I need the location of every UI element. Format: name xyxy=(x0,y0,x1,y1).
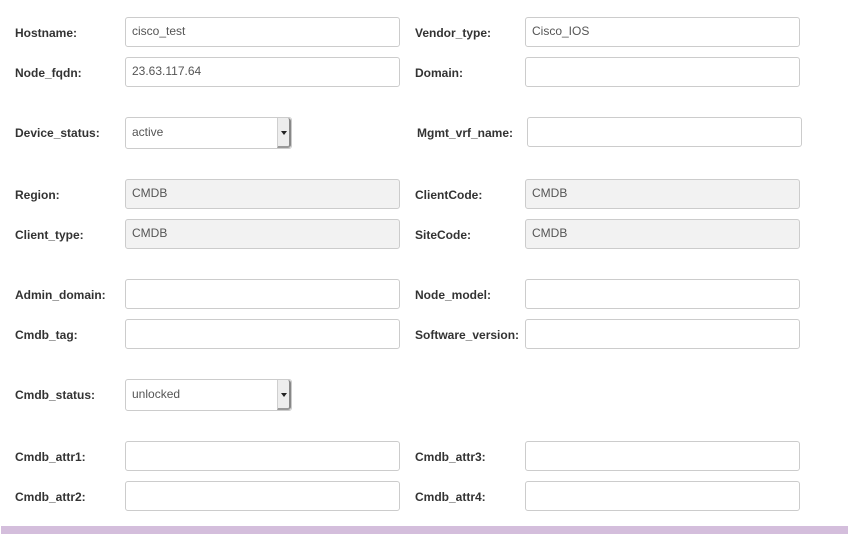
node-fqdn-input[interactable]: 23.63.117.64 xyxy=(125,57,400,87)
admin-domain-input[interactable] xyxy=(125,279,400,309)
device-status-select[interactable]: active xyxy=(125,117,292,149)
cmdb-attr4-label: Cmdb_attr4: xyxy=(415,490,486,504)
node-model-label: Node_model: xyxy=(415,288,492,302)
region-input: CMDB xyxy=(125,179,400,209)
client-code-label: ClientCode: xyxy=(415,188,483,202)
caret-down-icon xyxy=(281,131,287,135)
software-version-label: Software_version: xyxy=(415,328,520,342)
client-code-input: CMDB xyxy=(525,179,800,209)
cmdb-attr1-input[interactable] xyxy=(125,441,400,471)
node-model-input[interactable] xyxy=(525,279,800,309)
section-divider-bar xyxy=(1,526,848,534)
site-code-input: CMDB xyxy=(525,219,800,249)
software-version-input[interactable] xyxy=(525,319,800,349)
cmdb-status-value: unlocked xyxy=(132,387,181,401)
cmdb-status-select[interactable]: unlocked xyxy=(125,379,292,411)
region-label: Region: xyxy=(15,188,60,202)
domain-input[interactable] xyxy=(525,57,800,87)
cmdb-attr2-input[interactable] xyxy=(125,481,400,511)
device-status-label: Device_status: xyxy=(15,126,100,140)
node-fqdn-label: Node_fqdn: xyxy=(15,66,82,80)
cmdb-attr2-label: Cmdb_attr2: xyxy=(15,490,86,504)
vendor-type-input[interactable]: Cisco_IOS xyxy=(525,17,800,47)
hostname-input[interactable]: cisco_test xyxy=(125,17,400,47)
vendor-type-label: Vendor_type: xyxy=(415,26,492,40)
site-code-label: SiteCode: xyxy=(415,228,472,242)
cmdb-tag-input[interactable] xyxy=(125,319,400,349)
cmdb-attr3-input[interactable] xyxy=(525,441,800,471)
caret-down-icon xyxy=(281,393,287,397)
cmdb-status-dropdown-button[interactable] xyxy=(277,380,291,410)
mgmt-vrf-name-label: Mgmt_vrf_name: xyxy=(417,126,514,140)
hostname-label: Hostname: xyxy=(15,26,78,40)
device-status-dropdown-button[interactable] xyxy=(277,118,291,148)
cmdb-attr1-label: Cmdb_attr1: xyxy=(15,450,86,464)
cmdb-attr4-input[interactable] xyxy=(525,481,800,511)
cmdb-tag-label: Cmdb_tag: xyxy=(15,328,78,342)
mgmt-vrf-name-input[interactable] xyxy=(527,117,802,147)
cmdb-attr3-label: Cmdb_attr3: xyxy=(415,450,486,464)
domain-label: Domain: xyxy=(415,66,463,80)
device-status-value: active xyxy=(132,125,164,139)
cmdb-status-label: Cmdb_status: xyxy=(15,388,96,402)
client-type-label: Client_type: xyxy=(15,228,84,242)
admin-domain-label: Admin_domain: xyxy=(15,288,106,302)
client-type-input: CMDB xyxy=(125,219,400,249)
